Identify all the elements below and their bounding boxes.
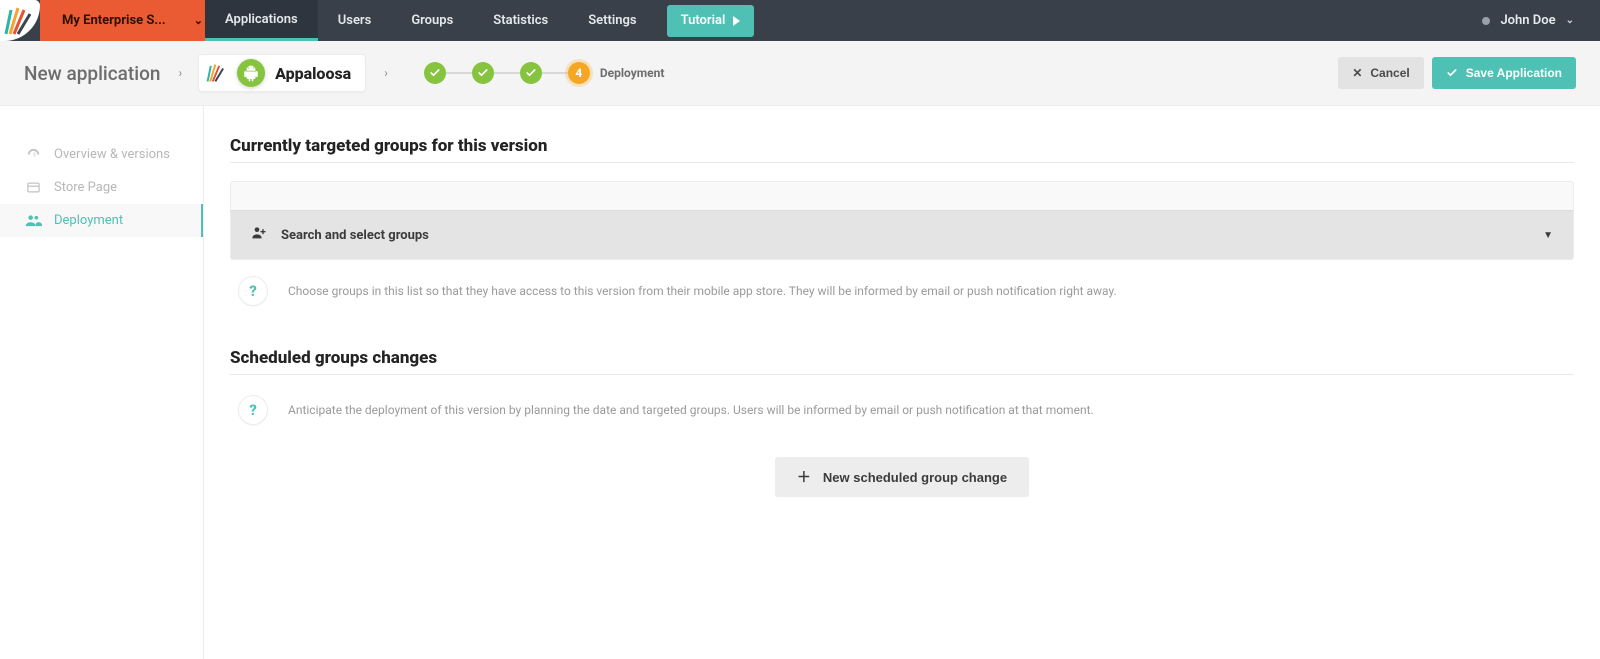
app-chip[interactable]: Appaloosa bbox=[198, 54, 366, 92]
org-selector[interactable]: My Enterprise S... ⌄ bbox=[40, 0, 205, 41]
group-select-label: Search and select groups bbox=[281, 228, 429, 243]
divider bbox=[230, 374, 1574, 375]
help-icon[interactable]: ? bbox=[238, 395, 268, 425]
wizard-step-3[interactable] bbox=[520, 62, 542, 84]
plus-icon: ＋ bbox=[797, 467, 811, 487]
users-icon bbox=[25, 213, 42, 228]
sidebar-item-overview-label: Overview & versions bbox=[54, 147, 170, 162]
wizard-step-4[interactable]: 4 bbox=[568, 62, 590, 84]
play-icon bbox=[733, 16, 740, 26]
app-name: Appaloosa bbox=[275, 64, 351, 83]
status-dot-icon bbox=[1482, 17, 1490, 25]
brand-logo bbox=[0, 0, 40, 41]
card-icon bbox=[25, 180, 42, 195]
close-icon: ✕ bbox=[1352, 66, 1362, 80]
group-select-dropdown[interactable]: Search and select groups ▼ bbox=[231, 210, 1573, 259]
user-plus-icon bbox=[251, 225, 267, 245]
scheduled-groups-help-text: Anticipate the deployment of this versio… bbox=[288, 403, 1094, 417]
save-application-button[interactable]: Save Application bbox=[1432, 57, 1576, 89]
cancel-label: Cancel bbox=[1370, 66, 1409, 80]
wizard-step-1[interactable] bbox=[424, 62, 446, 84]
nav-groups-label: Groups bbox=[411, 13, 453, 28]
nav-groups[interactable]: Groups bbox=[391, 0, 473, 41]
targeted-groups-help: ? Choose groups in this list so that the… bbox=[230, 274, 1574, 308]
chevron-right-icon: › bbox=[384, 66, 388, 80]
scheduled-groups-help: ? Anticipate the deployment of this vers… bbox=[230, 393, 1574, 427]
sidebar-item-deployment-label: Deployment bbox=[54, 213, 123, 228]
sidebar-item-store-page-label: Store Page bbox=[54, 180, 117, 195]
breadcrumb-root: New application bbox=[24, 62, 160, 85]
wizard-steps: 4 Deployment bbox=[424, 62, 665, 84]
nav-settings[interactable]: Settings bbox=[568, 0, 656, 41]
sidebar: Overview & versions Store Page Deploymen… bbox=[0, 106, 204, 659]
top-nav: My Enterprise S... ⌄ Applications Users … bbox=[0, 0, 1600, 41]
divider bbox=[230, 162, 1574, 163]
org-name: My Enterprise S... bbox=[62, 13, 166, 28]
check-icon bbox=[1446, 67, 1458, 79]
chevron-down-icon: ⌄ bbox=[1566, 15, 1574, 26]
feathers-logo-icon bbox=[2, 4, 36, 38]
android-platform-icon bbox=[237, 59, 265, 87]
main-content: Currently targeted groups for this versi… bbox=[204, 106, 1600, 659]
save-label: Save Application bbox=[1466, 66, 1562, 80]
new-scheduled-group-change-label: New scheduled group change bbox=[823, 470, 1007, 485]
sidebar-item-deployment[interactable]: Deployment bbox=[0, 204, 203, 237]
wizard-step-2[interactable] bbox=[472, 62, 494, 84]
user-name: John Doe bbox=[1500, 13, 1555, 28]
targeted-groups-title: Currently targeted groups for this versi… bbox=[230, 136, 1574, 156]
targeted-groups-help-text: Choose groups in this list so that they … bbox=[288, 284, 1117, 298]
app-logo-icon bbox=[205, 62, 227, 84]
sidebar-item-overview[interactable]: Overview & versions bbox=[0, 138, 203, 171]
caret-down-icon: ▼ bbox=[1543, 230, 1553, 241]
check-icon bbox=[429, 67, 441, 79]
nav-users[interactable]: Users bbox=[318, 0, 392, 41]
wizard-step-4-label: Deployment bbox=[600, 66, 665, 80]
dashboard-icon bbox=[25, 147, 42, 162]
tutorial-label: Tutorial bbox=[681, 13, 726, 28]
nav-settings-label: Settings bbox=[588, 13, 636, 28]
check-icon bbox=[477, 67, 489, 79]
nav-statistics[interactable]: Statistics bbox=[473, 0, 568, 41]
new-scheduled-group-change-button[interactable]: ＋ New scheduled group change bbox=[775, 457, 1029, 497]
chevron-right-icon: › bbox=[178, 66, 182, 80]
cancel-button[interactable]: ✕ Cancel bbox=[1338, 57, 1423, 89]
scheduled-groups-title: Scheduled groups changes bbox=[230, 348, 1574, 368]
user-menu[interactable]: John Doe ⌄ bbox=[1482, 0, 1600, 41]
tutorial-button[interactable]: Tutorial bbox=[667, 5, 755, 37]
targeted-groups-panel: Search and select groups ▼ bbox=[230, 181, 1574, 260]
nav-users-label: Users bbox=[338, 13, 372, 28]
chevron-down-icon: ⌄ bbox=[194, 14, 203, 27]
nav-applications-label: Applications bbox=[225, 12, 298, 27]
nav-statistics-label: Statistics bbox=[493, 13, 548, 28]
sidebar-item-store-page[interactable]: Store Page bbox=[0, 171, 203, 204]
check-icon bbox=[525, 67, 537, 79]
help-icon[interactable]: ? bbox=[238, 276, 268, 306]
nav-applications[interactable]: Applications bbox=[205, 0, 318, 41]
subheader: New application › Appaloosa › 4 Dep bbox=[0, 41, 1600, 106]
